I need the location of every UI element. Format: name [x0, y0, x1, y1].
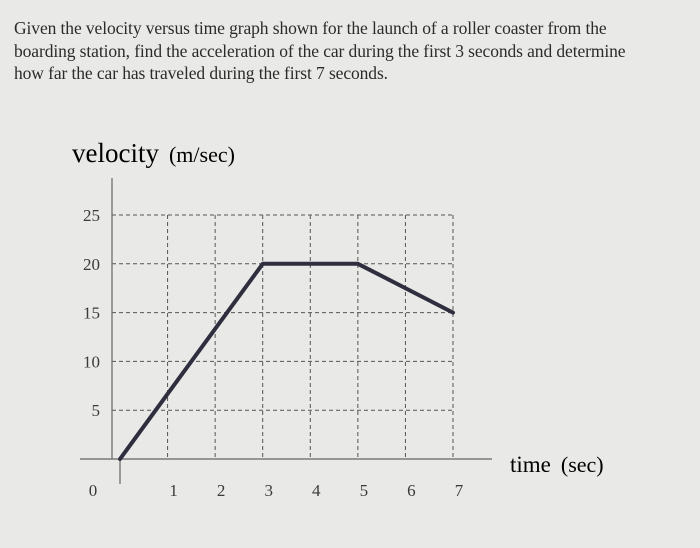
x-tick-label-1: 1	[169, 481, 178, 500]
x-tick-label-2: 2	[217, 481, 226, 500]
velocity-time-chart: velocity (m/sec) 5 10 15 20 25 0 1 2 3 4 5 6 7 time …	[72, 138, 604, 500]
y-tick-label-5: 5	[92, 401, 101, 420]
x-tick-label-0: 0	[89, 481, 98, 500]
x-tick-label-5: 5	[360, 481, 369, 500]
y-axis-title: velocity (m/sec)	[72, 138, 235, 168]
x-tick-label-4: 4	[312, 481, 321, 500]
x-axis-title-label: time	[510, 452, 551, 477]
x-axis-title: time (sec)	[510, 452, 604, 477]
tick-labels: 5 10 15 20 25 0 1 2 3 4 5 6 7	[83, 206, 464, 500]
y-tick-label-10: 10	[83, 352, 100, 371]
y-tick-label-15: 15	[83, 304, 100, 323]
y-tick-label-20: 20	[83, 255, 100, 274]
y-axis-title-unit: (m/sec)	[169, 142, 235, 167]
y-tick-label-25: 25	[83, 206, 100, 225]
y-axis-title-label: velocity	[72, 138, 159, 168]
axes	[80, 178, 492, 484]
x-tick-label-6: 6	[407, 481, 416, 500]
x-tick-label-7: 7	[455, 481, 464, 500]
x-tick-label-3: 3	[264, 481, 273, 500]
grid	[112, 214, 454, 459]
x-axis-title-unit: (sec)	[561, 452, 604, 477]
